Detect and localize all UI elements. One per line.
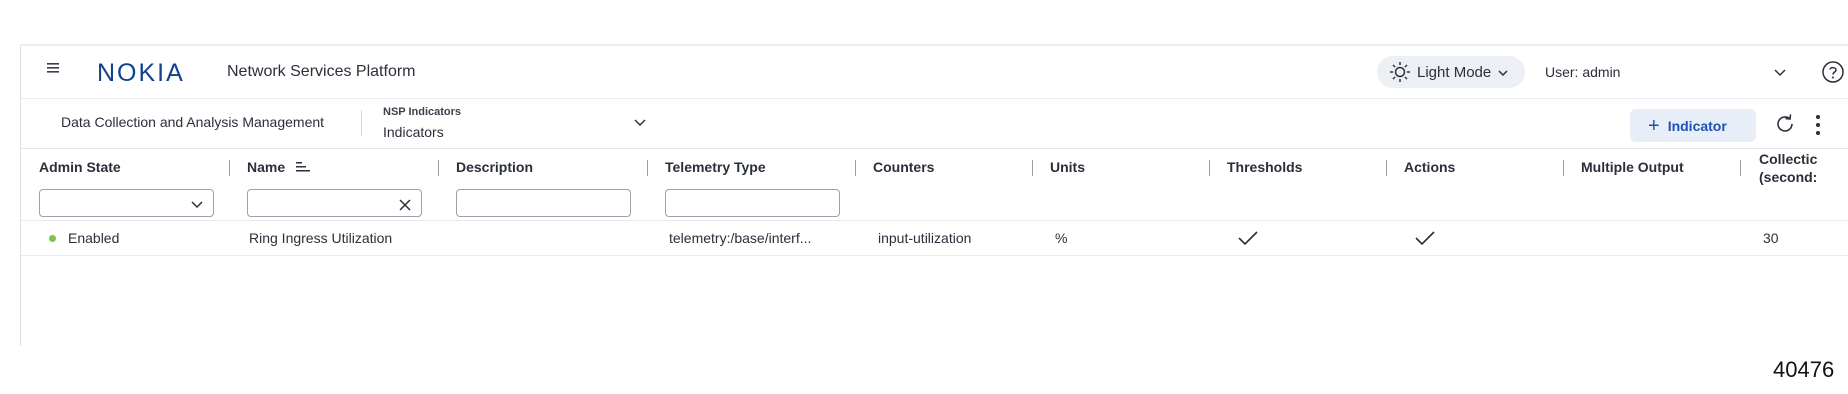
column-header-name-label: Name xyxy=(247,159,286,175)
column-resize-handle[interactable] xyxy=(1032,160,1033,176)
add-indicator-button[interactable]: + Indicator xyxy=(1630,109,1756,142)
column-header-admin-state[interactable]: Admin State xyxy=(39,148,121,186)
menu-icon[interactable] xyxy=(46,60,62,82)
table-header: Admin State Name Description Telemetry T… xyxy=(21,148,1848,186)
column-header-multiple-output[interactable]: Multiple Output xyxy=(1581,148,1684,186)
refresh-icon[interactable] xyxy=(1773,112,1797,136)
collection-cell: 30 xyxy=(1763,230,1779,246)
sun-icon xyxy=(1389,61,1411,83)
description-filter-input[interactable] xyxy=(456,189,631,217)
admin-state-value: Enabled xyxy=(68,230,120,246)
status-dot xyxy=(49,234,56,242)
chevron-down-icon xyxy=(633,116,647,128)
column-header-counters[interactable]: Counters xyxy=(873,148,934,186)
add-indicator-label: Indicator xyxy=(1667,117,1727,134)
top-header: NOKIA Network Services Platform Light Mo… xyxy=(21,46,1848,99)
column-header-actions[interactable]: Actions xyxy=(1404,148,1455,186)
sub-header: Data Collection and Analysis Management … xyxy=(21,98,1848,149)
user-label: User: admin xyxy=(1545,64,1621,80)
column-resize-handle[interactable] xyxy=(1386,160,1387,176)
nokia-logo: NOKIA xyxy=(97,59,197,87)
telemetry-type-cell: telemetry:/base/interf... xyxy=(669,230,812,246)
checkmark-icon xyxy=(1238,231,1258,246)
column-header-thresholds[interactable]: Thresholds xyxy=(1227,148,1302,186)
chevron-down-icon xyxy=(191,198,203,210)
column-header-telemetry-type[interactable]: Telemetry Type xyxy=(665,148,766,186)
column-resize-handle[interactable] xyxy=(1563,160,1564,176)
name-cell: Ring Ingress Utilization xyxy=(249,230,393,246)
column-resize-handle[interactable] xyxy=(855,160,856,176)
counters-cell: input-utilization xyxy=(878,230,972,246)
column-resize-handle[interactable] xyxy=(229,160,230,176)
checkmark-icon xyxy=(1415,231,1435,246)
column-header-collection-line1: Collectic xyxy=(1759,151,1818,167)
admin-state-filter-select[interactable] xyxy=(39,189,214,217)
view-selector-overline: NSP Indicators xyxy=(383,106,462,118)
chevron-down-icon xyxy=(1497,66,1509,78)
telemetry-type-filter-input[interactable] xyxy=(665,189,840,217)
thresholds-cell xyxy=(1237,221,1259,255)
theme-toggle[interactable]: Light Mode xyxy=(1377,56,1525,88)
column-resize-handle[interactable] xyxy=(1740,160,1741,176)
footer-number: 40476 xyxy=(1773,357,1835,382)
svg-text:NOKIA: NOKIA xyxy=(97,59,185,85)
admin-state-cell: Enabled xyxy=(49,221,119,255)
plus-icon: + xyxy=(1648,114,1660,137)
column-resize-handle[interactable] xyxy=(647,160,648,176)
sort-icon[interactable] xyxy=(295,160,311,174)
clear-icon[interactable] xyxy=(399,198,411,211)
help-icon[interactable] xyxy=(1821,60,1845,84)
actions-cell xyxy=(1414,221,1436,255)
filter-row xyxy=(21,186,1848,221)
column-header-description[interactable]: Description xyxy=(456,148,533,186)
view-selector[interactable]: NSP Indicators Indicators xyxy=(381,104,646,144)
divider xyxy=(361,110,362,136)
app-title: Network Services Platform xyxy=(227,63,416,80)
column-header-collection[interactable]: Collectic (second: xyxy=(1759,150,1848,186)
name-filter-input[interactable] xyxy=(247,189,422,217)
column-header-collection-line2: (second: xyxy=(1759,169,1818,185)
column-header-units[interactable]: Units xyxy=(1050,148,1085,186)
more-options-icon[interactable] xyxy=(1815,114,1821,136)
table-row[interactable]: Enabled Ring Ingress Utilization telemet… xyxy=(21,221,1848,256)
breadcrumb[interactable]: Data Collection and Analysis Management xyxy=(61,114,324,130)
app-window: NOKIA Network Services Platform Light Mo… xyxy=(20,44,1848,346)
view-selector-value: Indicators xyxy=(383,124,444,140)
units-cell: % xyxy=(1055,230,1068,246)
column-resize-handle[interactable] xyxy=(1209,160,1210,176)
column-header-name[interactable]: Name xyxy=(247,148,311,186)
user-menu-chevron-icon[interactable] xyxy=(1773,66,1787,78)
theme-label: Light Mode xyxy=(1417,63,1492,81)
column-resize-handle[interactable] xyxy=(438,160,439,176)
